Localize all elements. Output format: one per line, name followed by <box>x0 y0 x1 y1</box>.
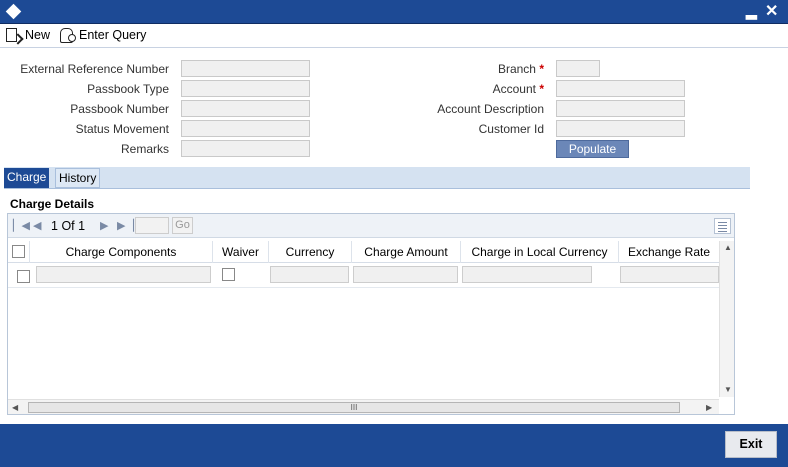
account-description-field[interactable] <box>556 100 685 117</box>
charge-details-grid: ▏◀ ◀ 1 Of 1 ▶ ▶▕ Go Charge Components Wa… <box>7 213 735 415</box>
previous-page-icon[interactable]: ◀ <box>33 219 41 232</box>
charge-amount-cell[interactable] <box>353 266 458 283</box>
account-description-label: Account Description <box>437 102 544 116</box>
tab-bar: Charge History <box>4 167 750 189</box>
page-indicator: 1 Of 1 <box>51 219 85 233</box>
window-titlebar: ▂ ✕ <box>0 0 788 24</box>
grid-pager: ▏◀ ◀ 1 Of 1 ▶ ▶▕ Go <box>8 214 734 238</box>
column-exchange-rate[interactable]: Exchange Rate <box>619 241 719 263</box>
total-pages: 1 <box>78 219 86 233</box>
exit-button[interactable]: Exit <box>725 431 777 458</box>
currency-cell[interactable] <box>270 266 349 283</box>
scroll-up-icon[interactable]: ▲ <box>724 243 732 252</box>
grid-header-row: Charge Components Waiver Currency Charge… <box>8 241 719 263</box>
page-of-label: Of <box>61 219 75 233</box>
column-currency[interactable]: Currency <box>269 241 352 263</box>
tab-charge[interactable]: Charge <box>4 168 50 188</box>
vertical-scrollbar[interactable]: ▲ ▼ <box>719 241 734 397</box>
page-number-input[interactable] <box>135 217 169 234</box>
branch-label-text: Branch <box>497 62 536 76</box>
passbook-number-field[interactable] <box>181 100 310 117</box>
row-select-checkbox[interactable] <box>17 270 30 283</box>
passbook-number-label: Passbook Number <box>70 102 169 116</box>
status-movement-label: Status Movement <box>75 122 169 136</box>
new-document-icon <box>5 27 21 43</box>
external-reference-number-label: External Reference Number <box>20 62 169 76</box>
remarks-label: Remarks <box>120 142 169 156</box>
current-page: 1 <box>51 219 58 233</box>
next-page-icon[interactable]: ▶ <box>100 219 108 232</box>
enter-query-button[interactable]: Enter Query <box>59 27 146 43</box>
branch-required-mark: * <box>539 62 544 76</box>
go-button[interactable]: Go <box>172 217 193 234</box>
row-divider <box>8 287 719 288</box>
charge-details-title: Charge Details <box>10 197 95 211</box>
account-field[interactable] <box>556 80 685 97</box>
account-label-text: Account <box>492 82 536 96</box>
footer-bar <box>0 424 788 467</box>
new-label: New <box>25 28 51 42</box>
minimize-icon[interactable]: ▂ <box>746 3 757 20</box>
charge-components-cell[interactable] <box>36 266 211 283</box>
charge-local-currency-cell[interactable] <box>462 266 592 283</box>
toolbar: New Enter Query <box>0 24 788 48</box>
enter-query-label: Enter Query <box>79 28 147 42</box>
account-label: Account * <box>380 82 544 96</box>
branch-field[interactable] <box>556 60 600 77</box>
remarks-field[interactable] <box>181 140 310 157</box>
tab-history[interactable]: History <box>55 168 101 188</box>
query-icon <box>59 27 76 43</box>
customer-id-field[interactable] <box>556 120 685 137</box>
first-page-icon[interactable]: ▏◀ <box>13 219 30 232</box>
app-diamond-icon <box>5 3 22 20</box>
waiver-checkbox[interactable] <box>222 268 235 281</box>
last-page-icon[interactable]: ▶▕ <box>117 219 134 232</box>
populate-button[interactable]: Populate <box>556 140 629 158</box>
scroll-right-icon[interactable]: ▶ <box>706 403 712 412</box>
column-charge-local-currency[interactable]: Charge in Local Currency <box>461 241 619 263</box>
branch-label: Branch * <box>380 62 544 76</box>
external-reference-number-field[interactable] <box>181 60 310 77</box>
scroll-left-icon[interactable]: ◀ <box>12 403 18 412</box>
close-icon[interactable]: ✕ <box>765 1 778 21</box>
exchange-rate-cell[interactable] <box>620 266 719 283</box>
passbook-type-field[interactable] <box>181 80 310 97</box>
column-waiver[interactable]: Waiver <box>213 241 269 263</box>
customer-id-label: Customer Id <box>478 122 544 136</box>
status-movement-field[interactable] <box>181 120 310 137</box>
new-button[interactable]: New <box>5 27 50 43</box>
column-charge-amount[interactable]: Charge Amount <box>352 241 461 263</box>
select-all-cell <box>8 241 30 263</box>
select-all-checkbox[interactable] <box>12 245 25 258</box>
grid-settings-icon[interactable] <box>714 218 731 234</box>
account-required-mark: * <box>539 82 544 96</box>
horizontal-scrollbar[interactable]: ◀ III ▶ <box>8 399 719 414</box>
scroll-down-icon[interactable]: ▼ <box>724 385 732 394</box>
horizontal-scroll-thumb[interactable]: III <box>28 402 680 413</box>
column-charge-components[interactable]: Charge Components <box>30 241 213 263</box>
passbook-type-label: Passbook Type <box>87 82 169 96</box>
